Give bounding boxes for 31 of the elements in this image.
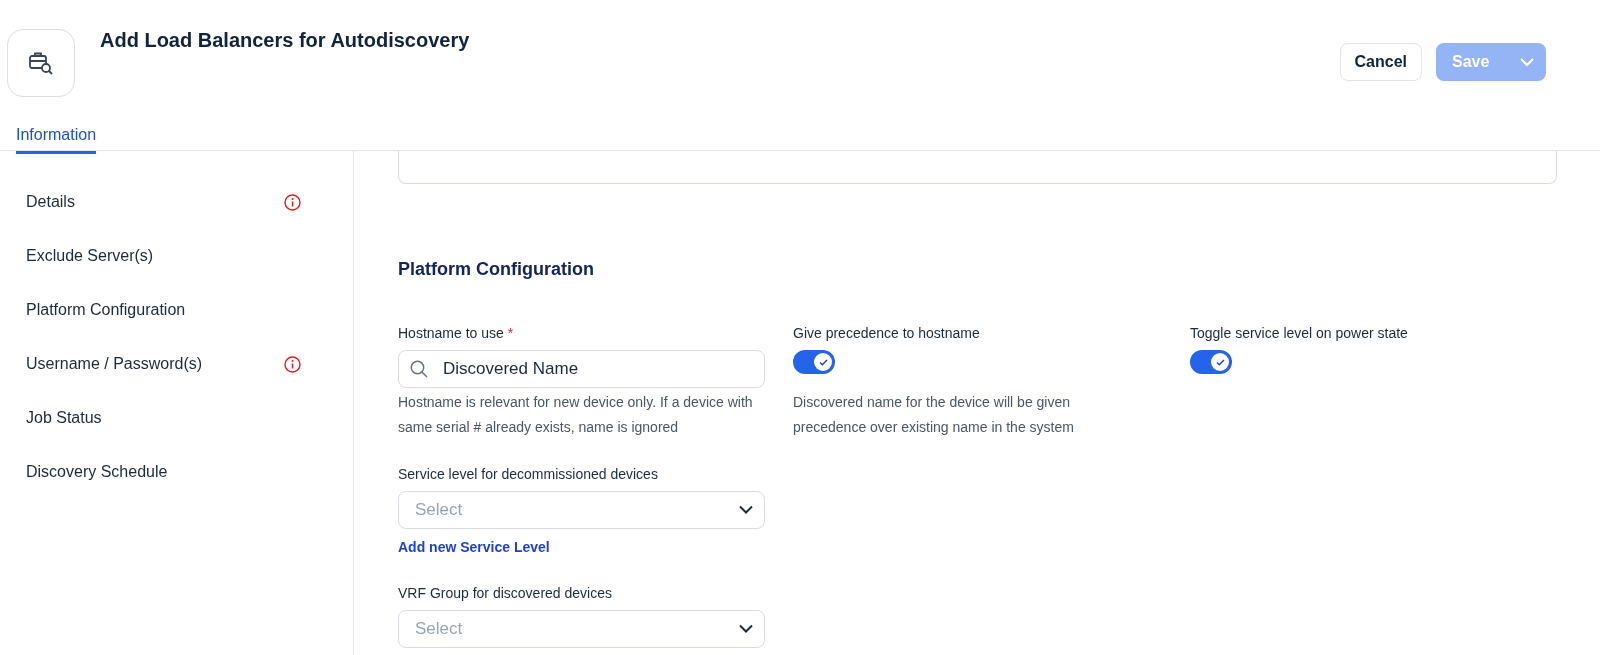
- sidebar-item[interactable]: Details: [0, 175, 353, 229]
- chevron-down-icon: [739, 505, 753, 515]
- select-field[interactable]: Select: [398, 610, 765, 648]
- search-field[interactable]: Discovered Name: [398, 350, 765, 388]
- help-text: Discovered name for the device will be given precedence over existing name in the system: [793, 393, 1075, 437]
- add-service-level-link[interactable]: Add new Service Level: [398, 537, 550, 558]
- page-title: Add Load Balancers for Autodiscovery: [100, 28, 470, 52]
- chevron-down-icon: [1520, 57, 1534, 67]
- field-label: Service level for decommissioned devices: [398, 466, 658, 482]
- sidebar-item[interactable]: Job Status: [0, 391, 353, 445]
- sidebar-item[interactable]: Platform Configuration: [0, 283, 353, 337]
- tab[interactable]: Information: [16, 122, 97, 154]
- toggle-switch[interactable]: [793, 350, 835, 374]
- help-text: Hostname is relevant for new device only. If a device with same serial # already exists, name is ignored: [398, 393, 754, 437]
- field-label: Hostname to use: [398, 325, 504, 341]
- section-heading: Platform Configuration: [398, 258, 595, 281]
- field-label: VRF Group for discovered devices: [398, 585, 612, 601]
- search-icon: [410, 360, 428, 378]
- cancel-button[interactable]: Cancel: [1339, 43, 1422, 81]
- sidebar-item[interactable]: Exclude Server(s): [0, 229, 353, 283]
- sidebar-item[interactable]: Discovery Schedule: [0, 445, 353, 499]
- toggle-switch[interactable]: [1190, 350, 1232, 374]
- select-field[interactable]: Select: [398, 491, 765, 529]
- required-mark: *: [507, 325, 514, 341]
- check-icon: [1215, 358, 1225, 366]
- chevron-down-icon: [739, 624, 753, 634]
- toggle-label: Give precedence to hostname: [793, 324, 981, 343]
- check-icon: [818, 358, 828, 366]
- briefcase-search-icon: [28, 50, 54, 76]
- toggle-label: Toggle service level on power state: [1190, 324, 1408, 343]
- sidebar-item[interactable]: Username / Password(s): [0, 337, 353, 391]
